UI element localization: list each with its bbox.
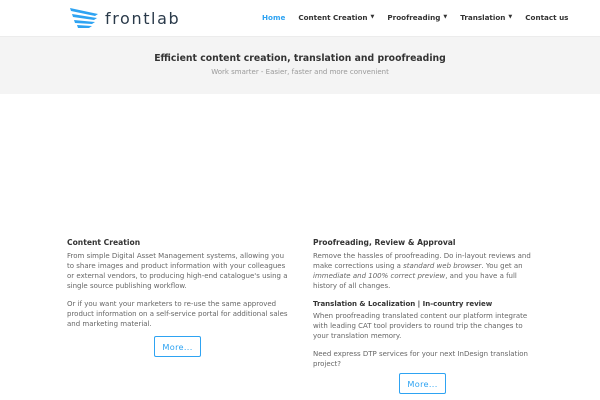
chevron-down-icon: ▼: [370, 14, 375, 20]
nav-label: Contact us: [525, 13, 569, 22]
hero-subtitle: Work smarter - Easier, faster and more c…: [211, 68, 389, 76]
text-run: . You get an: [481, 262, 523, 270]
hero-title: Efficient content creation, translation …: [154, 53, 446, 64]
nav-label: Home: [262, 13, 286, 22]
site-header: frontlab Home Content Creation ▼ Proofre…: [0, 0, 600, 36]
section-paragraph: Remove the hassles of proofreading. Do i…: [313, 251, 535, 291]
section-paragraph: From simple Digital Asset Management sys…: [67, 252, 288, 290]
chevron-down-icon: ▼: [443, 14, 448, 20]
proofreading-section: Proofreading, Review & Approval Remove t…: [313, 238, 535, 377]
section-paragraph: Or if you want your marketers to re-use …: [67, 300, 288, 328]
nav-label: Proofreading: [387, 13, 441, 22]
logo-text: frontlab: [105, 8, 181, 28]
emphasis-text: immediate and 100% correct preview: [313, 272, 446, 280]
content-creation-more-button[interactable]: More...: [154, 336, 201, 357]
emphasis-text: standard web browser: [403, 262, 482, 270]
section-heading: Content Creation: [67, 238, 141, 247]
section-heading: Proofreading, Review & Approval: [313, 238, 456, 247]
nav-item-home[interactable]: Home: [262, 13, 285, 22]
chevron-down-icon: ▼: [508, 14, 513, 20]
nav-label: Content Creation: [298, 13, 368, 22]
section-paragraph: Need express DTP services for your next …: [313, 350, 528, 368]
logo[interactable]: frontlab: [69, 6, 180, 30]
main-nav: Home Content Creation ▼ Proofreading ▼ T…: [262, 13, 568, 22]
frontlab-wing-logo-icon: [70, 8, 98, 28]
nav-item-content-creation[interactable]: Content Creation ▼: [298, 13, 374, 22]
proofreading-more-button[interactable]: More...: [399, 373, 446, 394]
section-paragraph: When proofreading translated content our…: [313, 312, 528, 340]
nav-item-proofreading[interactable]: Proofreading ▼: [387, 13, 447, 22]
content-creation-section: Content Creation From simple Digital Ass…: [67, 238, 289, 337]
nav-item-translation[interactable]: Translation ▼: [460, 13, 512, 22]
nav-item-contact-us[interactable]: Contact us: [525, 13, 568, 22]
nav-label: Translation: [460, 13, 506, 22]
hero-banner: Efficient content creation, translation …: [0, 36, 600, 94]
section-subheading: Translation & Localization | In-country …: [313, 300, 493, 308]
